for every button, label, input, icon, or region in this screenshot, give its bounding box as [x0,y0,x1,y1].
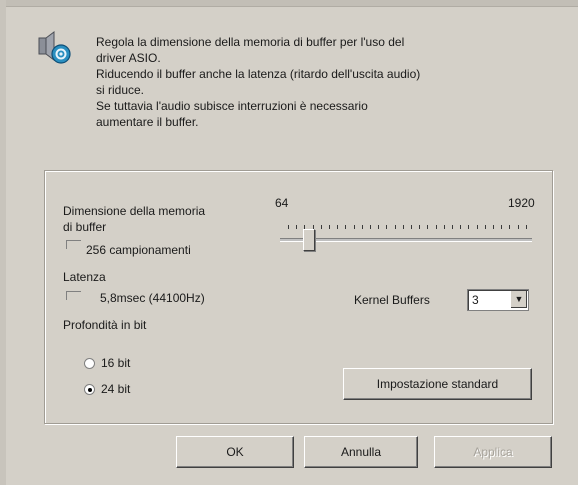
slider-tick [443,225,445,229]
slider-tick [353,225,355,229]
apply-button[interactable]: Applica [434,436,552,468]
slider-tick [411,225,412,229]
intro-text: Regola la dimensione della memoria di bu… [96,34,546,130]
intro-line: si riduce. [96,83,145,97]
radio-16-bit[interactable] [84,358,95,369]
buffer-size-value: 256 campionamenti [86,243,191,257]
slider-tick [517,225,519,229]
slider-tick [460,225,462,229]
buffer-size-label-line2: di buffer [63,220,107,234]
slider-tick [288,225,289,229]
slider-tick [484,225,486,229]
slider-tick [386,225,388,229]
slider-tick [509,225,511,229]
slider-tick [378,225,380,229]
radio-24-bit[interactable] [84,384,95,395]
slider-tick [452,225,453,229]
slider-tick [435,225,437,229]
slider-tick [370,225,371,229]
speaker-settings-icon [38,31,71,64]
latency-value: 5,8msec (44100Hz) [100,291,205,305]
intro-line: Riducendo il buffer anche la latenza (ri… [96,67,421,81]
slider-tick [525,225,527,229]
ok-button[interactable]: OK [176,436,294,468]
cancel-button[interactable]: Annulla [304,436,418,468]
slider-tick [394,225,396,229]
slider-ticks [288,225,532,230]
slider-max-label: 1920 [508,196,535,210]
intro-line: Se tuttavia l'audio subisce interruzioni… [96,99,368,113]
asio-buffer-dialog: Regola la dimensione della memoria di bu… [0,0,578,485]
kernel-buffers-label: Kernel Buffers [354,293,430,307]
intro-line: Regola la dimensione della memoria di bu… [96,35,405,49]
latency-value-bracket [66,291,81,300]
window-left-edge [0,0,6,485]
window-top-edge [0,0,578,7]
slider-tick [493,225,494,229]
slider-tick [476,225,478,229]
slider-tick [501,225,503,229]
kernel-buffers-value: 3 [472,293,479,307]
slider-tick [320,225,322,229]
chevron-down-icon[interactable]: ▼ [510,291,527,308]
slider-tick [468,225,470,229]
slider-tick [345,225,347,229]
intro-line: driver ASIO. [96,51,161,65]
buffer-slider-track[interactable] [280,238,532,242]
slider-tick [402,225,404,229]
slider-min-label: 64 [275,196,289,210]
slider-tick [361,225,363,229]
buffer-value-bracket [66,240,81,249]
intro-line: aumentare il buffer. [96,115,199,129]
radio-16-bit-label[interactable]: 16 bit [101,356,130,370]
buffer-slider-thumb[interactable] [303,229,315,251]
kernel-buffers-select[interactable]: 3 ▼ [467,289,529,311]
slider-tick [337,225,339,229]
slider-tick [329,225,330,229]
slider-tick [296,225,298,229]
radio-24-bit-label[interactable]: 24 bit [101,382,130,396]
bit-depth-label: Profondità in bit [63,318,147,332]
default-settings-button[interactable]: Impostazione standard [343,368,532,400]
slider-tick [427,225,429,229]
slider-tick [419,225,421,229]
latency-label: Latenza [63,270,106,284]
buffer-size-label: Dimensione della memoria [63,204,206,218]
